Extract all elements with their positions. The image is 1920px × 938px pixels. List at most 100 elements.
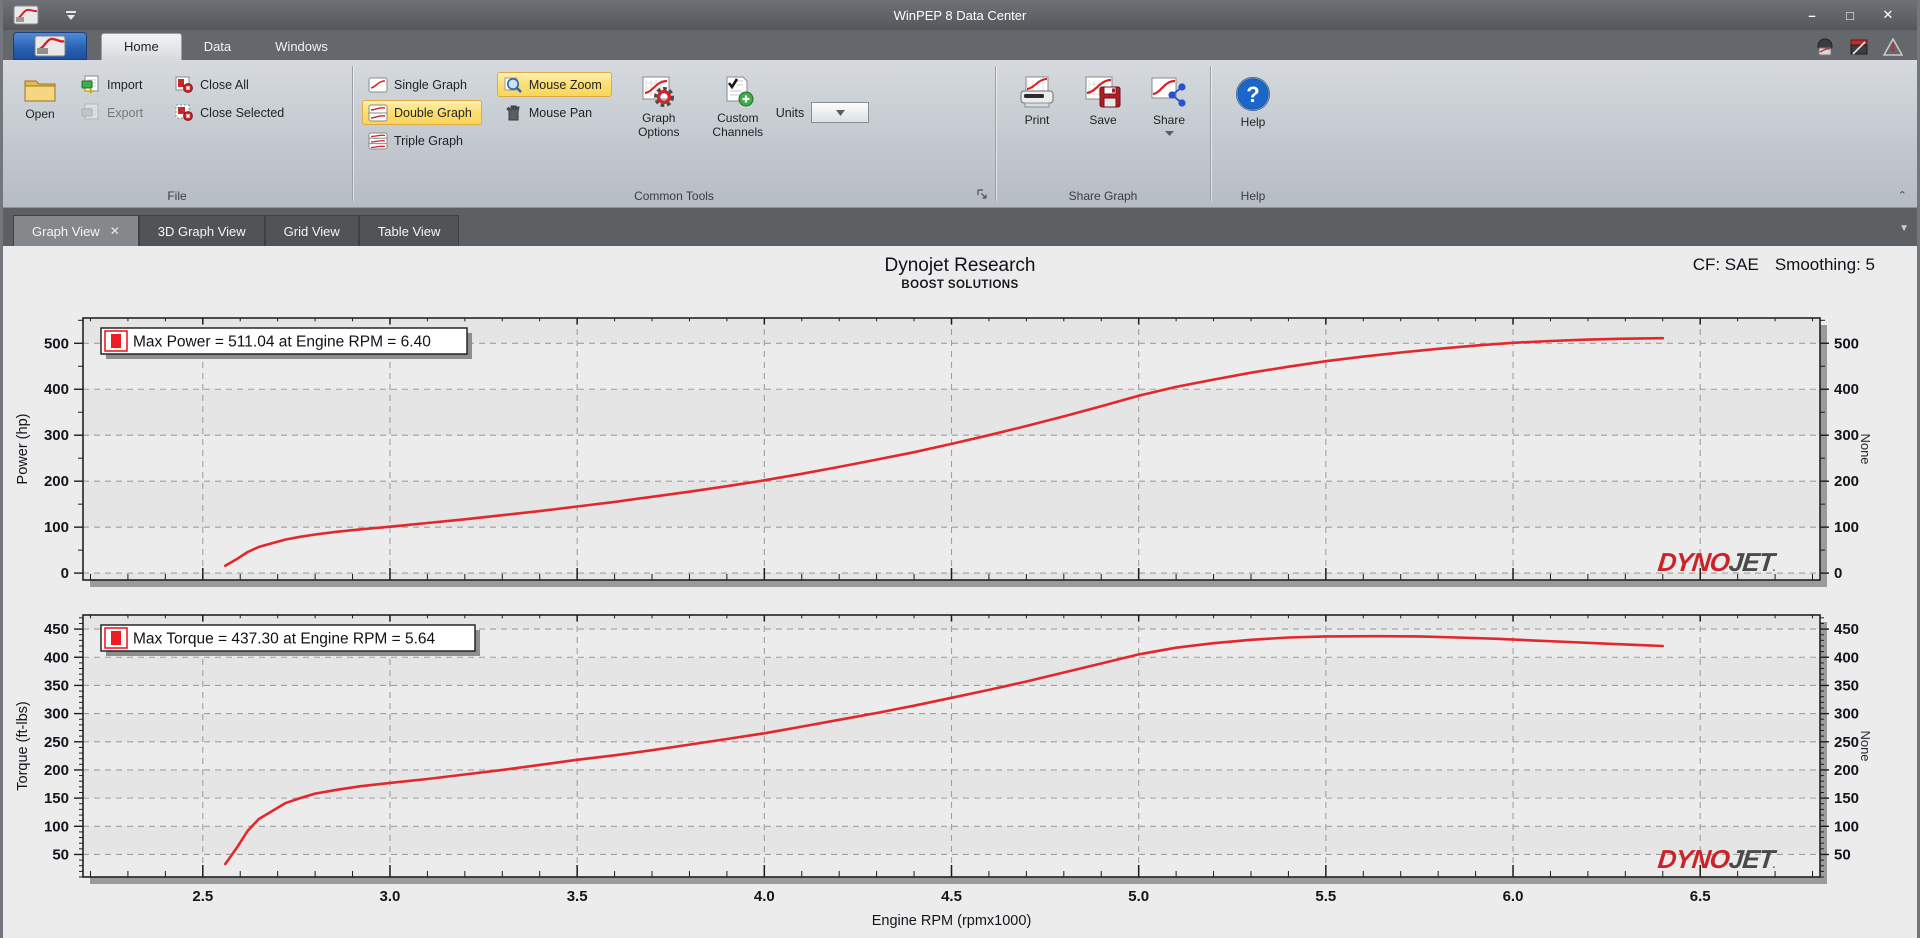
toolbox-icon[interactable] xyxy=(1849,38,1869,56)
chevron-down-icon xyxy=(1164,130,1174,136)
tab-graph-view-label: Graph View xyxy=(32,223,100,239)
device-status-icon[interactable] xyxy=(1815,38,1835,56)
svg-text:200: 200 xyxy=(44,473,69,490)
open-button[interactable]: Open xyxy=(11,70,69,127)
chevron-down-icon xyxy=(835,109,845,116)
svg-text:3.0: 3.0 xyxy=(380,888,401,905)
mouse-pan-label: Mouse Pan xyxy=(528,105,593,120)
tab-overflow-icon[interactable]: ▼ xyxy=(1899,223,1909,234)
help-icon: ? xyxy=(1236,77,1270,111)
mouse-zoom-button[interactable]: Mouse Zoom xyxy=(496,72,612,97)
svg-text:50: 50 xyxy=(52,846,69,863)
print-button[interactable]: Print xyxy=(1010,70,1064,133)
graph-title: Dynojet Research xyxy=(884,255,1036,276)
export-label: Export xyxy=(107,105,144,120)
common-tools-group-label: Common Tools xyxy=(354,185,994,207)
svg-text:350: 350 xyxy=(1834,677,1859,694)
mouse-pan-icon xyxy=(506,105,520,121)
save-button[interactable]: Save xyxy=(1076,70,1130,133)
application-button[interactable] xyxy=(13,32,87,60)
cf-label: CF: SAE xyxy=(1692,255,1759,274)
share-button[interactable]: Share xyxy=(1142,70,1196,141)
svg-text:3.5: 3.5 xyxy=(567,888,588,905)
power-chart: DYNOJET. Max Power = 511.04 at Engine RPM… xyxy=(3,310,1917,607)
export-button[interactable]: Export xyxy=(75,100,153,125)
power-legend-text: Max Power = 511.04 at Engine RPM = 6.40 xyxy=(133,334,431,351)
torque-y-axis-label: Torque (ft-lbs) xyxy=(15,701,31,790)
triple-graph-label: Triple Graph xyxy=(394,133,464,148)
view-tab-strip: Graph View ✕ 3D Graph View Grid View Tab… xyxy=(3,208,1917,246)
mouse-pan-button[interactable]: Mouse Pan xyxy=(497,100,612,125)
close-all-icon xyxy=(175,76,194,93)
open-folder-icon xyxy=(24,80,56,102)
close-all-button[interactable]: Close All xyxy=(168,72,294,97)
svg-text:450: 450 xyxy=(1834,621,1859,638)
svg-text:200: 200 xyxy=(1834,473,1859,490)
file-group-label: File xyxy=(167,189,187,203)
common-tools-group-text: Common Tools xyxy=(634,189,714,203)
minimize-button[interactable]: – xyxy=(1797,5,1827,25)
double-graph-button[interactable]: Double Graph xyxy=(362,100,482,125)
units-dropdown[interactable] xyxy=(811,102,870,123)
tab-close-icon[interactable]: ✕ xyxy=(110,224,120,238)
svg-text:300: 300 xyxy=(44,706,69,723)
tab-graph-view[interactable]: Graph View ✕ xyxy=(13,215,139,246)
share-graph-group-label: Share Graph xyxy=(1068,189,1138,203)
double-graph-label: Double Graph xyxy=(394,105,472,120)
svg-text:500: 500 xyxy=(44,335,69,352)
single-graph-button[interactable]: Single Graph xyxy=(362,72,482,97)
svg-text:100: 100 xyxy=(1834,519,1859,536)
torque-right-axis-label: None xyxy=(1858,730,1873,761)
power-legend[interactable]: Max Power = 511.04 at Engine RPM = 6.40 xyxy=(100,327,472,359)
svg-text:250: 250 xyxy=(44,734,69,751)
ribbon-tab-data[interactable]: Data xyxy=(182,34,253,60)
graph-header: Dynojet Research BOOST SOLUTIONS CF: SAE… xyxy=(3,246,1917,310)
tab-grid-view[interactable]: Grid View xyxy=(264,215,359,246)
mouse-zoom-icon xyxy=(504,77,522,93)
ribbon-collapse-button[interactable]: ⌃ xyxy=(1898,189,1907,202)
smoothing-label: Smoothing: 5 xyxy=(1774,255,1875,274)
svg-text:300: 300 xyxy=(1834,427,1859,444)
svg-text:4.0: 4.0 xyxy=(754,888,775,905)
svg-text:300: 300 xyxy=(44,427,69,444)
print-label: Print xyxy=(1024,113,1050,127)
dialog-launcher-icon[interactable] xyxy=(977,189,988,203)
close-button[interactable]: ✕ xyxy=(1873,5,1903,25)
custom-channels-icon xyxy=(726,76,754,107)
torque-legend[interactable]: Max Torque = 437.30 at Engine RPM = 5.64 xyxy=(100,624,480,656)
svg-text:5.5: 5.5 xyxy=(1315,888,1336,905)
ribbon-group-help: ? Help Help xyxy=(1212,60,1294,207)
ribbon-group-share-graph: Print Save Share Share Graph xyxy=(997,60,1209,207)
svg-text:100: 100 xyxy=(44,519,69,536)
custom-channels-label: Custom Channels xyxy=(712,111,764,139)
ribbon-tab-home[interactable]: Home xyxy=(101,33,182,60)
graph-options-button[interactable]: Graph Options xyxy=(627,70,691,145)
ribbon-tab-row: Home Data Windows xyxy=(3,30,1917,60)
maximize-button[interactable]: □ xyxy=(1835,5,1865,25)
units-label: Units xyxy=(775,105,805,120)
tab-table-view[interactable]: Table View xyxy=(358,215,460,246)
print-icon xyxy=(1020,76,1054,108)
ribbon-tab-windows[interactable]: Windows xyxy=(253,34,350,60)
custom-channels-button[interactable]: Custom Channels xyxy=(706,70,770,145)
tab-3d-graph-view[interactable]: 3D Graph View xyxy=(138,215,265,246)
svg-text:?: ? xyxy=(1246,82,1259,107)
triple-graph-button[interactable]: Triple Graph xyxy=(362,128,482,153)
graph-subtitle: BOOST SOLUTIONS xyxy=(901,279,1019,291)
svg-text:400: 400 xyxy=(44,649,69,666)
help-button[interactable]: ? Help xyxy=(1226,70,1280,135)
window-title: WinPEP 8 Data Center xyxy=(893,7,1027,23)
svg-text:400: 400 xyxy=(44,381,69,398)
double-graph-icon xyxy=(368,104,388,121)
power-svg: DYNOJET. Max Power = 511.04 at Engine RPM… xyxy=(15,317,1873,587)
svg-text:150: 150 xyxy=(44,790,69,807)
svg-text:0: 0 xyxy=(1834,565,1842,582)
ribbon-group-common-tools: Single Graph Double Graph Triple Graph M… xyxy=(354,60,994,207)
import-icon xyxy=(81,75,99,94)
close-selected-button[interactable]: Close Selected xyxy=(168,100,294,125)
app-logo-icon xyxy=(34,35,66,57)
svg-text:100: 100 xyxy=(44,818,69,835)
warning-icon[interactable] xyxy=(1883,38,1903,56)
import-button[interactable]: Import xyxy=(75,72,153,97)
share-label: Share xyxy=(1152,113,1186,127)
